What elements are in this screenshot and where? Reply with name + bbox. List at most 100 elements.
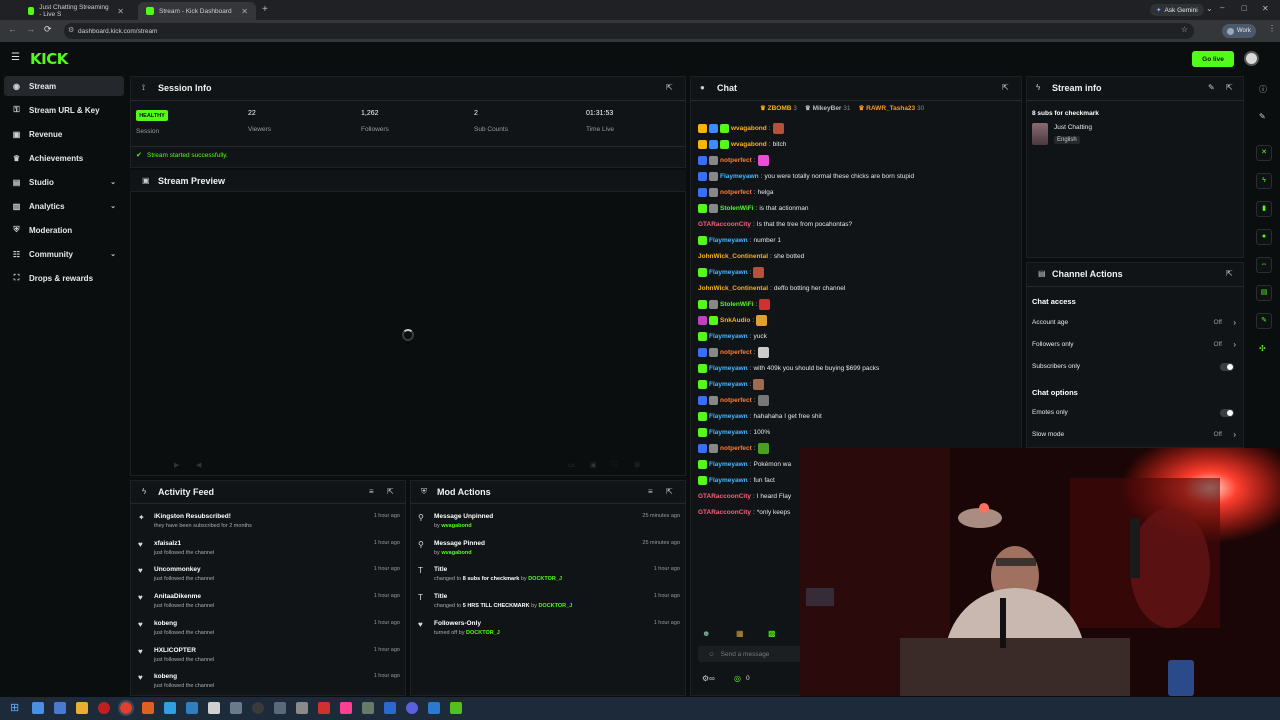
taskbar-app-icon[interactable] — [318, 702, 330, 714]
taskbar-app-icon[interactable] — [274, 702, 286, 714]
sidebar-item-stream-url-key[interactable]: ⚿ Stream URL & Key — [4, 100, 124, 120]
browser-menu-icon[interactable]: ⋮ — [1268, 24, 1276, 33]
slow-mode-row[interactable]: Slow mode Off › — [1032, 430, 1240, 445]
gift-icon[interactable]: ▦ — [736, 629, 744, 638]
chat-username[interactable]: notperfect — [720, 189, 752, 196]
taskbar-opera-icon[interactable] — [98, 702, 110, 714]
sidebar-item-analytics[interactable]: ▥ Analytics ⌄ — [4, 196, 124, 216]
back-icon[interactable]: ← — [8, 24, 17, 34]
tool-list-icon[interactable]: ▤ — [1256, 285, 1272, 301]
popout-icon[interactable]: ⇱ — [387, 487, 394, 496]
taskbar-app-icon[interactable] — [362, 702, 374, 714]
chat-username[interactable]: StolenWiFi — [720, 205, 754, 212]
taskbar-app-icon[interactable] — [230, 702, 242, 714]
chat-username[interactable]: Flaymeyawn — [709, 477, 748, 484]
taskbar-app-icon[interactable] — [208, 702, 220, 714]
chat-username[interactable]: notperfect — [720, 349, 752, 356]
browser-tab[interactable]: Just Chatting Streaming - Live S ✕ — [20, 2, 132, 20]
popout-icon[interactable]: ⇱ — [666, 83, 673, 92]
play-icon[interactable]: ▶ — [174, 461, 179, 469]
infinity-icon[interactable]: ⚙∞ — [702, 674, 715, 683]
site-info-icon[interactable]: ⚙ — [68, 26, 74, 34]
taskbar-app-icon[interactable] — [428, 702, 440, 714]
go-live-button[interactable]: Go live — [1192, 51, 1234, 67]
sidebar-item-drops-rewards[interactable]: ⛶ Drops & rewards — [4, 268, 124, 288]
taskbar-chrome-icon[interactable] — [118, 700, 134, 716]
sidebar-item-revenue[interactable]: ▣ Revenue — [4, 124, 124, 144]
chat-username[interactable]: wvagabond — [731, 141, 767, 148]
sticker-icon[interactable]: ▩ — [768, 629, 776, 638]
theater-icon[interactable]: ▭ — [568, 461, 575, 469]
chat-username[interactable]: notperfect — [720, 397, 752, 404]
close-tab-icon[interactable]: ✕ — [241, 7, 248, 16]
hamburger-menu-icon[interactable]: ☰ — [11, 52, 20, 63]
chat-username[interactable]: GTARaccoonCity — [698, 493, 751, 500]
sidebar-item-moderation[interactable]: ⛨ Moderation — [4, 220, 124, 240]
chat-username[interactable]: SnkAudio — [720, 317, 750, 324]
tool-chat-icon[interactable]: ● — [1256, 229, 1272, 245]
bookmark-star-icon[interactable]: ☆ — [1181, 25, 1188, 34]
sidebar-item-stream[interactable]: ◉ Stream — [4, 76, 124, 96]
chat-username[interactable]: Flaymeyawn — [720, 173, 759, 180]
mod-action-user[interactable]: DOCKTOR_J — [538, 603, 572, 609]
tool-close-icon[interactable]: ✕ — [1256, 145, 1272, 161]
sidebar-item-achievements[interactable]: ♛ Achievements — [4, 148, 124, 168]
mod-action-user[interactable]: wvagabond — [441, 550, 471, 556]
chat-username[interactable]: Flaymeyawn — [709, 381, 748, 388]
chat-username[interactable]: Flaymeyawn — [709, 461, 748, 468]
chat-username[interactable]: JohnWick_Continental — [698, 253, 768, 260]
volume-icon[interactable]: ◀ — [196, 461, 201, 469]
sidebar-item-community[interactable]: ☷ Community ⌄ — [4, 244, 124, 264]
taskbar-obs-icon[interactable] — [252, 702, 264, 714]
profile-button[interactable]: Work — [1222, 24, 1256, 38]
new-tab-icon[interactable]: + — [262, 4, 268, 15]
chat-username[interactable]: Flaymeyawn — [709, 237, 748, 244]
top-gifter[interactable]: ♛ MikeyBer 31 — [805, 104, 851, 114]
minimize-icon[interactable]: – — [1220, 3, 1224, 12]
taskbar-app-icon[interactable] — [54, 702, 66, 714]
chat-username[interactable]: Flaymeyawn — [709, 429, 748, 436]
mod-action-user[interactable]: DOCKTOR_J — [466, 630, 500, 636]
chat-username[interactable]: GTARaccoonCity — [698, 509, 751, 516]
chat-username[interactable]: Flaymeyawn — [709, 365, 748, 372]
chat-username[interactable]: Flaymeyawn — [709, 413, 748, 420]
chat-username[interactable]: notperfect — [720, 157, 752, 164]
taskbar-firefox-icon[interactable] — [142, 702, 154, 714]
followers-only-row[interactable]: Followers only Off › — [1032, 340, 1240, 355]
edit-icon[interactable]: ✎ — [1259, 112, 1266, 121]
mod-action-user[interactable]: wvagabond — [441, 523, 471, 529]
pip-icon[interactable]: ▣ — [590, 461, 597, 469]
tool-clipboard-icon[interactable]: ▮ — [1256, 201, 1272, 217]
taskbar-app-icon[interactable] — [164, 702, 176, 714]
tool-wrench-icon[interactable]: ✎ — [1256, 313, 1272, 329]
chat-username[interactable]: Flaymeyawn — [709, 269, 748, 276]
chat-username[interactable]: wvagabond — [731, 125, 767, 132]
tool-resize-icon[interactable]: ⇔ — [1256, 257, 1272, 273]
ask-gemini-button[interactable]: ✦ Ask Gemini — [1150, 4, 1204, 16]
url-field[interactable]: ⚙ dashboard.kick.com/stream ☆ — [64, 23, 1194, 39]
account-age-row[interactable]: Account age Off › — [1032, 318, 1240, 333]
taskbar-kick-icon[interactable] — [450, 702, 462, 714]
info-icon[interactable]: ⓘ — [1259, 84, 1267, 95]
taskbar-explorer-icon[interactable] — [76, 702, 88, 714]
reload-icon[interactable]: ⟳ — [44, 24, 52, 35]
tab-search-icon[interactable]: ⌄ — [1206, 4, 1213, 13]
taskbar-app-icon[interactable] — [186, 702, 198, 714]
windows-start-icon[interactable]: ⊞ — [10, 701, 19, 714]
user-avatar[interactable] — [1244, 51, 1259, 66]
popout-icon[interactable]: ⇱ — [1002, 83, 1009, 92]
chat-username[interactable]: GTARaccoonCity — [698, 221, 751, 228]
maximize-icon[interactable]: ▢ — [1241, 4, 1248, 12]
fullscreen-icon[interactable]: ⛶ — [612, 461, 617, 469]
chat-username[interactable]: StolenWiFi — [720, 301, 754, 308]
taskbar-edge-icon[interactable] — [32, 702, 44, 714]
filter-icon[interactable]: ≡ — [648, 487, 653, 496]
taskbar-discord-icon[interactable] — [406, 702, 418, 714]
category-name[interactable]: Just Chatting — [1054, 124, 1092, 131]
chat-username[interactable]: JohnWick_Continental — [698, 285, 768, 292]
top-gifter[interactable]: ♛ RAWR_Tasha23 30 — [859, 104, 925, 114]
kick-logo[interactable]: KICK — [30, 50, 68, 68]
settings-icon[interactable]: ⚙ — [634, 461, 640, 469]
chat-username[interactable]: notperfect — [720, 445, 752, 452]
emote-icon[interactable]: ☻ — [702, 629, 710, 638]
